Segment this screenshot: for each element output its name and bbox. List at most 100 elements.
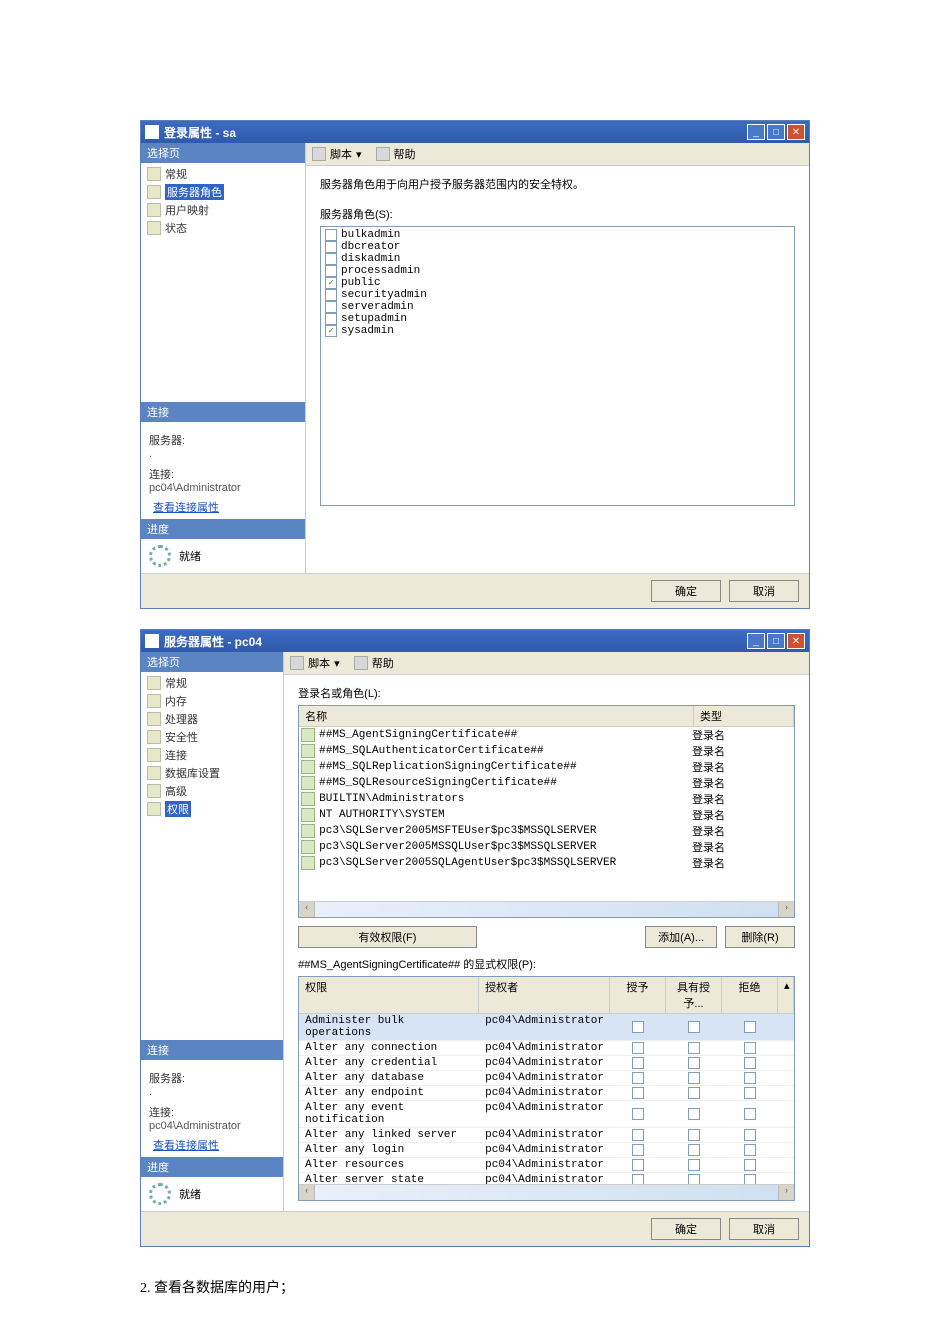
withgrant-checkbox[interactable]: [688, 1174, 700, 1184]
maximize-button[interactable]: □: [767, 124, 785, 140]
grant-checkbox[interactable]: [632, 1108, 644, 1120]
help-button[interactable]: 帮助: [394, 146, 416, 162]
withgrant-col-header[interactable]: 具有授予...: [666, 977, 722, 1013]
withgrant-checkbox[interactable]: [688, 1144, 700, 1156]
role-checkbox[interactable]: [325, 325, 337, 337]
view-connection-props-link[interactable]: 查看连接属性: [149, 499, 219, 515]
deny-checkbox[interactable]: [744, 1072, 756, 1084]
role-row[interactable]: diskadmin: [323, 253, 792, 265]
grant-checkbox[interactable]: [632, 1159, 644, 1171]
sidebar-item[interactable]: 内存: [141, 692, 283, 710]
scroll-up-icon[interactable]: ▴: [778, 977, 794, 1013]
role-checkbox[interactable]: [325, 241, 337, 253]
titlebar[interactable]: 登录属性 - sa _ □ ✕: [141, 121, 809, 143]
role-row[interactable]: public: [323, 277, 792, 289]
sidebar-item[interactable]: 高级: [141, 782, 283, 800]
grantor-col-header[interactable]: 授权者: [479, 977, 610, 1013]
grant-checkbox[interactable]: [632, 1021, 644, 1033]
permission-row[interactable]: Alter any endpointpc04\Administrator: [299, 1086, 794, 1101]
logins-grid[interactable]: 名称 类型 ##MS_AgentSigningCertificate##登录名#…: [298, 705, 795, 918]
minimize-button[interactable]: _: [747, 633, 765, 649]
role-row[interactable]: sysadmin: [323, 325, 792, 337]
login-row[interactable]: BUILTIN\Administrators登录名: [299, 791, 794, 807]
login-row[interactable]: NT AUTHORITY\SYSTEM登录名: [299, 807, 794, 823]
sidebar-item[interactable]: 连接: [141, 746, 283, 764]
login-row[interactable]: ##MS_AgentSigningCertificate##登录名: [299, 727, 794, 743]
deny-checkbox[interactable]: [744, 1144, 756, 1156]
role-checkbox[interactable]: [325, 253, 337, 265]
grant-checkbox[interactable]: [632, 1042, 644, 1054]
withgrant-checkbox[interactable]: [688, 1129, 700, 1141]
deny-checkbox[interactable]: [744, 1159, 756, 1171]
sidebar-item[interactable]: 常规: [141, 674, 283, 692]
permission-row[interactable]: Alter any loginpc04\Administrator: [299, 1143, 794, 1158]
col-name-header[interactable]: 名称: [299, 706, 694, 726]
dropdown-icon[interactable]: ▾: [356, 148, 362, 161]
close-button[interactable]: ✕: [787, 633, 805, 649]
sidebar-item[interactable]: 权限: [141, 800, 283, 818]
grant-checkbox[interactable]: [632, 1144, 644, 1156]
login-row[interactable]: ##MS_SQLResourceSigningCertificate##登录名: [299, 775, 794, 791]
permission-row[interactable]: Alter any connectionpc04\Administrator: [299, 1041, 794, 1056]
role-checkbox[interactable]: [325, 289, 337, 301]
role-checkbox[interactable]: [325, 277, 337, 289]
grant-col-header[interactable]: 授予: [610, 977, 666, 1013]
grant-checkbox[interactable]: [632, 1129, 644, 1141]
role-row[interactable]: securityadmin: [323, 289, 792, 301]
deny-col-header[interactable]: 拒绝: [722, 977, 778, 1013]
withgrant-checkbox[interactable]: [688, 1057, 700, 1069]
grant-checkbox[interactable]: [632, 1174, 644, 1184]
role-checkbox[interactable]: [325, 229, 337, 241]
maximize-button[interactable]: □: [767, 633, 785, 649]
permission-row[interactable]: Alter server statepc04\Administrator: [299, 1173, 794, 1184]
deny-checkbox[interactable]: [744, 1174, 756, 1184]
withgrant-checkbox[interactable]: [688, 1021, 700, 1033]
login-row[interactable]: ##MS_SQLReplicationSigningCertificate##登…: [299, 759, 794, 775]
sidebar-item[interactable]: 数据库设置: [141, 764, 283, 782]
role-checkbox[interactable]: [325, 301, 337, 313]
add-button[interactable]: 添加(A)...: [645, 926, 717, 948]
titlebar[interactable]: 服务器属性 - pc04 _ □ ✕: [141, 630, 809, 652]
login-row[interactable]: ##MS_SQLAuthenticatorCertificate##登录名: [299, 743, 794, 759]
role-row[interactable]: dbcreator: [323, 241, 792, 253]
close-button[interactable]: ✕: [787, 124, 805, 140]
h-scrollbar[interactable]: ‹›: [299, 1184, 794, 1200]
role-row[interactable]: bulkadmin: [323, 229, 792, 241]
grant-checkbox[interactable]: [632, 1057, 644, 1069]
sidebar-item[interactable]: 服务器角色: [141, 183, 305, 201]
ok-button[interactable]: 确定: [651, 1218, 721, 1240]
sidebar-item[interactable]: 常规: [141, 165, 305, 183]
sidebar-item[interactable]: 安全性: [141, 728, 283, 746]
withgrant-checkbox[interactable]: [688, 1087, 700, 1099]
deny-checkbox[interactable]: [744, 1108, 756, 1120]
grant-checkbox[interactable]: [632, 1072, 644, 1084]
script-button[interactable]: 脚本: [330, 146, 352, 162]
permission-row[interactable]: Alter any event notificationpc04\Adminis…: [299, 1101, 794, 1128]
deny-checkbox[interactable]: [744, 1057, 756, 1069]
ok-button[interactable]: 确定: [651, 580, 721, 602]
sidebar-item[interactable]: 用户映射: [141, 201, 305, 219]
help-button[interactable]: 帮助: [372, 655, 394, 671]
deny-checkbox[interactable]: [744, 1042, 756, 1054]
permissions-grid[interactable]: 权限 授权者 授予 具有授予... 拒绝 ▴ Administer bulk o…: [298, 976, 795, 1201]
permission-row[interactable]: Administer bulk operationspc04\Administr…: [299, 1014, 794, 1041]
permission-row[interactable]: Alter resourcespc04\Administrator: [299, 1158, 794, 1173]
minimize-button[interactable]: _: [747, 124, 765, 140]
withgrant-checkbox[interactable]: [688, 1159, 700, 1171]
role-row[interactable]: processadmin: [323, 265, 792, 277]
deny-checkbox[interactable]: [744, 1021, 756, 1033]
cancel-button[interactable]: 取消: [729, 580, 799, 602]
permission-row[interactable]: Alter any databasepc04\Administrator: [299, 1071, 794, 1086]
permission-row[interactable]: Alter any linked serverpc04\Administrato…: [299, 1128, 794, 1143]
withgrant-checkbox[interactable]: [688, 1042, 700, 1054]
login-row[interactable]: pc3\SQLServer2005MSSQLUser$pc3$MSSQLSERV…: [299, 839, 794, 855]
col-type-header[interactable]: 类型: [694, 706, 794, 726]
role-checkbox[interactable]: [325, 313, 337, 325]
role-checkbox[interactable]: [325, 265, 337, 277]
h-scrollbar[interactable]: ‹›: [299, 901, 794, 917]
script-button[interactable]: 脚本: [308, 655, 330, 671]
effective-permissions-button[interactable]: 有效权限(F): [298, 926, 477, 948]
view-connection-props-link[interactable]: 查看连接属性: [149, 1137, 219, 1153]
perm-col-header[interactable]: 权限: [299, 977, 479, 1013]
server-roles-list[interactable]: bulkadmindbcreatordiskadminprocessadminp…: [320, 226, 795, 506]
